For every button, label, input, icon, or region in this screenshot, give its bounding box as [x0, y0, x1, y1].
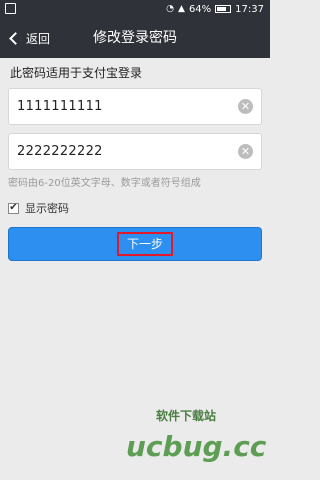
- password-rule-hint: 密码由6-20位英文字母、数字或者符号组成: [8, 178, 201, 189]
- watermark-logo-text: ucbug.cc: [126, 430, 267, 463]
- clear-icon[interactable]: ✕: [238, 99, 253, 114]
- signal-icon: ▲: [178, 4, 185, 14]
- password-field-1[interactable]: ✕: [8, 88, 262, 125]
- applies-hint: 此密码适用于支付宝登录: [10, 66, 143, 80]
- next-button-label: 下一步: [117, 232, 173, 256]
- status-bar: ◔ ▲ 64% 17:37: [0, 0, 270, 18]
- clock: 17:37: [235, 3, 264, 15]
- title-bar: 返回 修改登录密码: [0, 18, 270, 58]
- battery-percent: 64%: [188, 3, 212, 15]
- password-input-1[interactable]: [9, 89, 219, 124]
- show-password-label: 显示密码: [25, 202, 69, 215]
- next-button[interactable]: 下一步: [8, 227, 262, 261]
- watermark-tagline: 软件下载站: [156, 409, 217, 423]
- status-indicators: ◔ ▲ 64% 17:37: [166, 2, 264, 16]
- password-input-2[interactable]: [9, 134, 219, 169]
- password-field-2[interactable]: ✕: [8, 133, 262, 170]
- wifi-icon: ◔: [166, 4, 175, 14]
- show-password-toggle[interactable]: ✔ 显示密码: [8, 199, 69, 217]
- watermark-logo: 软件下载站 ucbug.cc: [96, 404, 266, 474]
- clear-icon[interactable]: ✕: [238, 144, 253, 159]
- gallery-icon: [5, 3, 16, 14]
- page-title: 修改登录密码: [93, 30, 177, 46]
- checkbox-checked-icon[interactable]: ✔: [8, 202, 19, 214]
- battery-icon: [215, 5, 232, 13]
